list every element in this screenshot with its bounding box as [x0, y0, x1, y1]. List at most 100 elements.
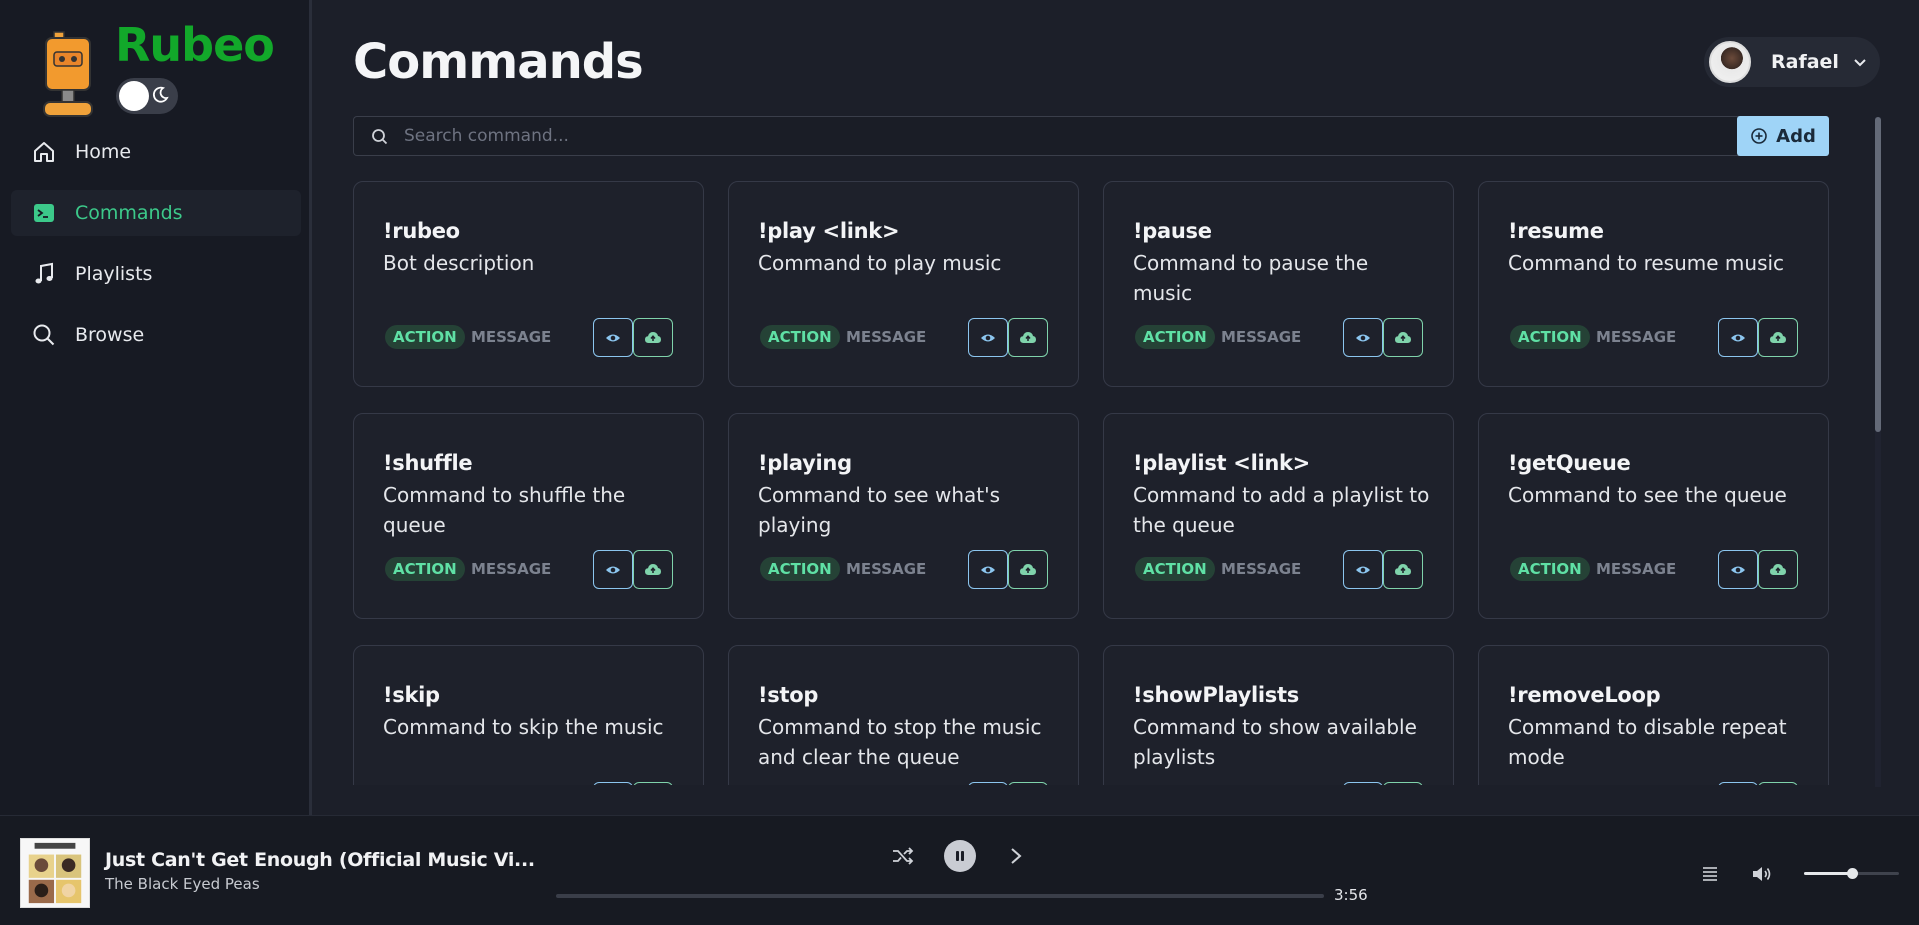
pause-button[interactable]: [944, 840, 976, 872]
view-command-button[interactable]: [1343, 318, 1383, 357]
album-art: [20, 838, 90, 908]
view-command-button[interactable]: [593, 782, 633, 785]
track-title: Just Can't Get Enough (Official Music Vi…: [105, 849, 535, 871]
action-badge: ACTION: [1135, 325, 1215, 349]
theme-toggle[interactable]: [116, 78, 178, 114]
upload-command-button[interactable]: [633, 318, 673, 357]
page-title: Commands: [353, 34, 644, 90]
view-command-button[interactable]: [1718, 782, 1758, 785]
eye-icon: [981, 566, 995, 573]
search-icon: [372, 129, 388, 145]
eye-icon: [1356, 566, 1370, 573]
chevron-right-icon: [1011, 848, 1022, 864]
queue-button[interactable]: [1698, 864, 1720, 884]
add-command-button[interactable]: Add: [1737, 116, 1829, 156]
plus-circle-icon: [1751, 128, 1767, 144]
view-command-button[interactable]: [593, 550, 633, 589]
user-menu[interactable]: Rafael: [1704, 37, 1880, 87]
cloud-upload-icon: [1395, 563, 1411, 575]
view-command-button[interactable]: [1343, 550, 1383, 589]
eye-icon: [606, 334, 620, 341]
volume-knob[interactable]: [1846, 868, 1858, 879]
volume-slider[interactable]: [1804, 868, 1899, 879]
main-content: Commands Rafael Add !rubeo Bot descriptio…: [315, 0, 1919, 815]
message-badge: MESSAGE: [471, 560, 552, 578]
progress-bar[interactable]: [556, 894, 1324, 898]
eye-icon: [1731, 334, 1745, 341]
command-name: !removeLoop: [1508, 683, 1661, 707]
music-note-icon: [31, 261, 57, 287]
command-description: Command to stop the music and clear the …: [758, 715, 1042, 769]
command-description: Command to pause the music: [1133, 251, 1369, 305]
sidebar-nav: Home Commands Playlists Browse: [11, 129, 301, 373]
action-badge: ACTION: [385, 325, 465, 349]
view-command-button[interactable]: [968, 318, 1008, 357]
command-name: !play <link>: [758, 219, 900, 243]
cloud-upload-icon: [1020, 331, 1036, 343]
track-duration: 3:56: [1334, 886, 1368, 904]
message-badge: MESSAGE: [846, 560, 927, 578]
upload-command-button[interactable]: [1008, 550, 1048, 589]
theme-toggle-knob: [119, 81, 149, 111]
upload-command-button[interactable]: [633, 550, 673, 589]
sidebar-item-playlists[interactable]: Playlists: [11, 251, 301, 297]
view-command-button[interactable]: [968, 550, 1008, 589]
upload-command-button[interactable]: [1383, 318, 1423, 357]
sidebar-item-commands[interactable]: Commands: [11, 190, 301, 236]
sidebar-item-label: Commands: [75, 202, 183, 224]
action-badge: ACTION: [760, 325, 840, 349]
message-badge: MESSAGE: [471, 328, 552, 346]
command-card[interactable]: !rubeo Bot description ACTION MESSAGE: [353, 181, 704, 387]
command-card[interactable]: !play <link> Command to play music ACTION M…: [728, 181, 1079, 387]
next-button[interactable]: [1006, 845, 1026, 867]
queue-list-icon: [1703, 867, 1717, 881]
command-card[interactable]: !getQueue Command to see the queue ACTION M…: [1478, 413, 1829, 619]
message-badge: MESSAGE: [846, 328, 927, 346]
upload-command-button[interactable]: [1758, 318, 1798, 357]
search-input[interactable]: [404, 117, 1734, 155]
eye-icon: [1356, 334, 1370, 341]
view-command-button[interactable]: [593, 318, 633, 357]
upload-command-button[interactable]: [1383, 782, 1423, 785]
track-artist: The Black Eyed Peas: [105, 875, 260, 893]
scrollbar-thumb[interactable]: [1875, 117, 1881, 432]
command-description: Command to shuffle the queue: [383, 483, 626, 537]
upload-command-button[interactable]: [1758, 550, 1798, 589]
shuffle-button[interactable]: [890, 843, 916, 869]
cloud-upload-icon: [1770, 331, 1786, 343]
command-description: Command to add a playlist to the queue: [1133, 483, 1430, 537]
command-card[interactable]: !resume Command to resume music ACTION MESS…: [1478, 181, 1829, 387]
upload-command-button[interactable]: [633, 782, 673, 785]
view-command-button[interactable]: [968, 782, 1008, 785]
pause-icon: [956, 851, 964, 861]
upload-command-button[interactable]: [1008, 318, 1048, 357]
upload-command-button[interactable]: [1383, 550, 1423, 589]
command-name: !rubeo: [383, 219, 460, 243]
volume-button[interactable]: [1750, 863, 1774, 885]
command-description: Command to skip the music: [383, 715, 664, 739]
home-icon: [31, 139, 57, 165]
command-card[interactable]: !playlist <link> Command to add a playlis…: [1103, 413, 1454, 619]
sidebar-item-home[interactable]: Home: [11, 129, 301, 175]
eye-icon: [1731, 566, 1745, 573]
command-description: Command to show available playlists: [1133, 715, 1417, 769]
command-card[interactable]: !removeLoop Command to disable repeat mod…: [1478, 645, 1829, 785]
cloud-upload-icon: [1020, 563, 1036, 575]
view-command-button[interactable]: [1718, 550, 1758, 589]
upload-command-button[interactable]: [1008, 782, 1048, 785]
command-card[interactable]: !showPlaylists Command to show available …: [1103, 645, 1454, 785]
command-name: !playing: [758, 451, 852, 475]
command-card[interactable]: !shuffle Command to shuffle the queue ACTI…: [353, 413, 704, 619]
command-card[interactable]: !playing Command to see what's playing ACT…: [728, 413, 1079, 619]
command-card[interactable]: !skipCommand to skip the musicACTIONMESS…: [353, 645, 704, 785]
upload-command-button[interactable]: [1758, 782, 1798, 785]
sidebar-item-browse[interactable]: Browse: [11, 312, 301, 358]
command-card[interactable]: !stop Command to stop the music and clear…: [728, 645, 1079, 785]
cloud-upload-icon: [1770, 563, 1786, 575]
view-command-button[interactable]: [1343, 782, 1383, 785]
cloud-upload-icon: [645, 563, 661, 575]
command-card[interactable]: !pause Command to pause the music ACTION ME…: [1103, 181, 1454, 387]
message-badge: MESSAGE: [1596, 560, 1677, 578]
view-command-button[interactable]: [1718, 318, 1758, 357]
avatar: [1709, 41, 1751, 83]
